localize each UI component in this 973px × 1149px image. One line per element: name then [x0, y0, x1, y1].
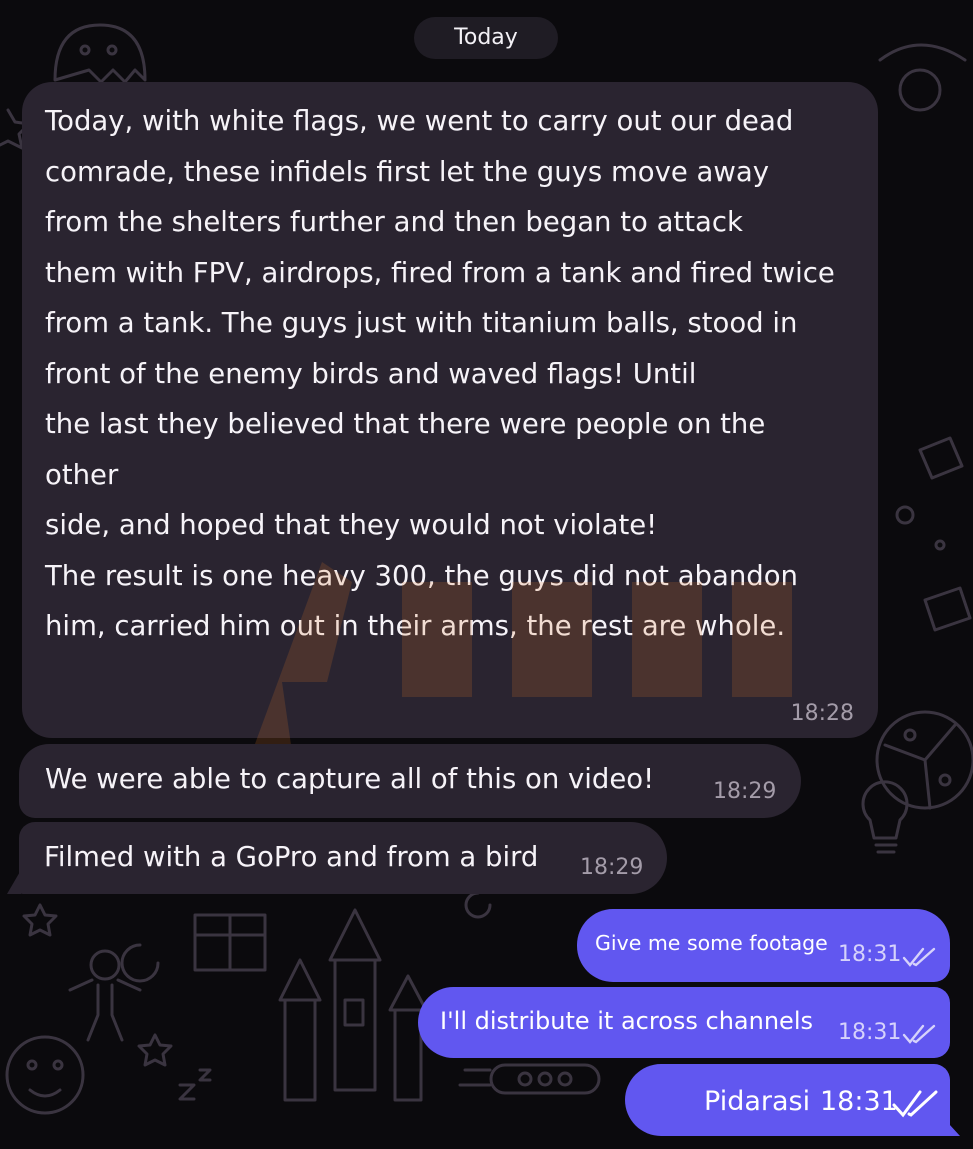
outgoing-message-bubble[interactable]: I'll distribute it across channels 18:31: [418, 987, 950, 1058]
message-text: I'll distribute it across channels: [440, 1007, 813, 1035]
message-text: Pidarasi: [704, 1086, 811, 1117]
outgoing-message-bubble[interactable]: Give me some footage 18:31: [577, 909, 950, 982]
message-text: Give me some footage: [595, 931, 828, 955]
lightning-watermark-logo: [252, 562, 792, 752]
incoming-message-bubble[interactable]: Today, with white flags, we went to carr…: [22, 82, 878, 752]
message-timestamp: 18:29: [713, 779, 777, 804]
incoming-bubble-tail: [7, 870, 21, 894]
message-timestamp: 18:31: [838, 942, 902, 967]
message-timestamp: 18:31: [820, 1086, 898, 1117]
outgoing-message-bubble[interactable]: Pidarasi 18:31: [625, 1064, 950, 1136]
message-text: We were able to capture all of this on v…: [45, 763, 655, 795]
read-double-check-icon: [902, 1024, 936, 1044]
read-double-check-icon: [902, 947, 936, 967]
outgoing-bubble-tail: [938, 1112, 960, 1136]
incoming-message-bubble[interactable]: Filmed with a GoPro and from a bird 18:2…: [19, 822, 667, 894]
date-separator: Today: [414, 17, 558, 59]
message-timestamp: 18:31: [838, 1020, 902, 1045]
message-text: Filmed with a GoPro and from a bird: [44, 841, 539, 873]
incoming-message-bubble[interactable]: We were able to capture all of this on v…: [19, 744, 801, 818]
read-double-check-icon: [892, 1090, 938, 1118]
message-timestamp: 18:28: [790, 701, 854, 726]
message-timestamp: 18:29: [580, 855, 644, 880]
